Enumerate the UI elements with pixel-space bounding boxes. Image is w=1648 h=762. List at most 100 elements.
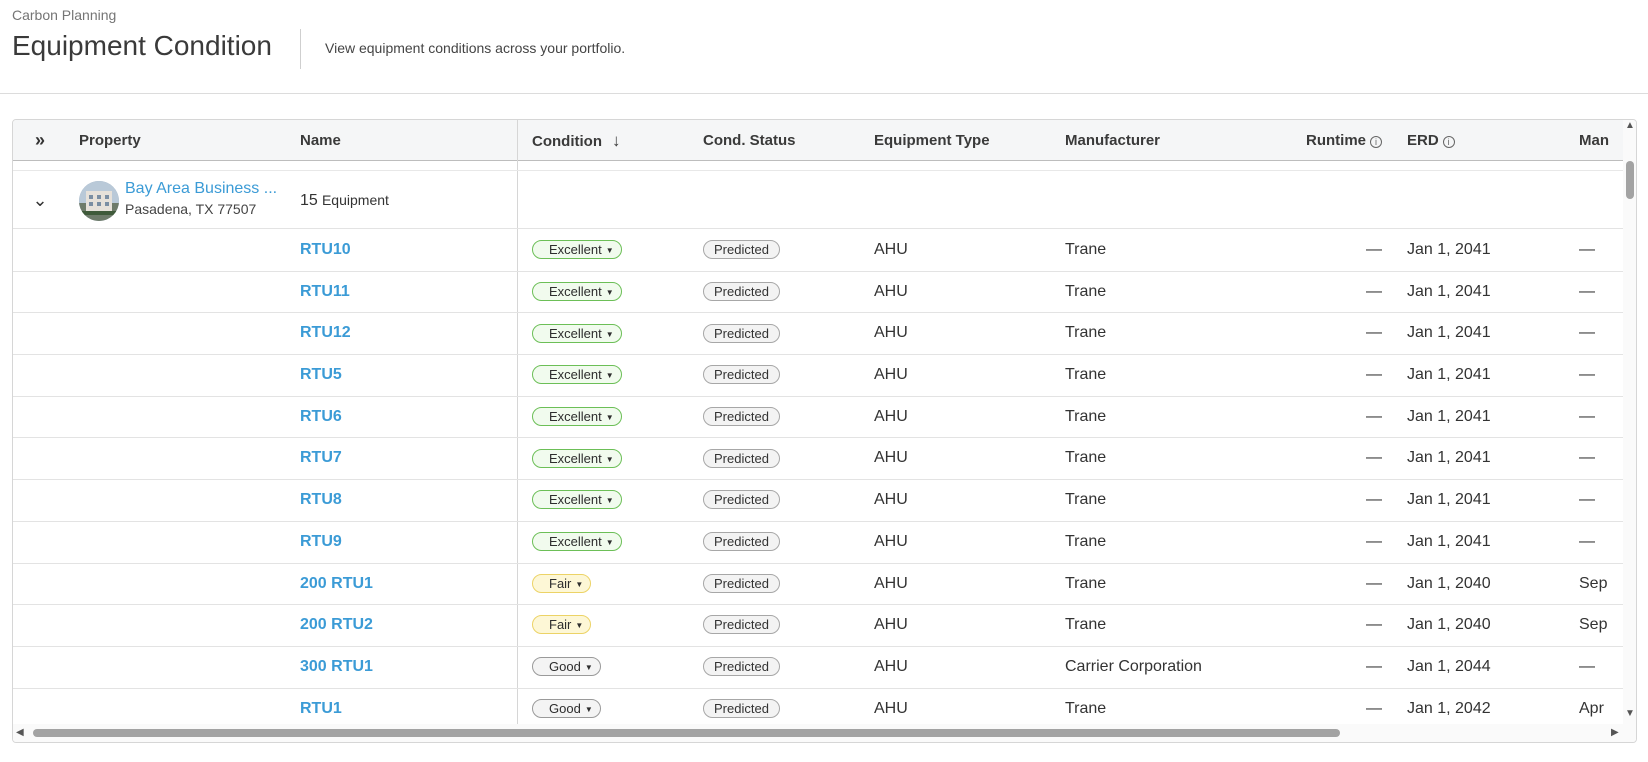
condition-dropdown[interactable]: Good ▼ <box>532 698 601 718</box>
sort-descending-icon[interactable]: ↓ <box>612 120 621 161</box>
condition-dropdown[interactable]: Excellent ▼ <box>532 407 622 427</box>
equipment-count-label: Equipment <box>321 192 389 208</box>
equipment-name-link[interactable]: RTU8 <box>286 480 517 520</box>
condition-dropdown[interactable]: Excellent ▼ <box>532 281 622 301</box>
equipment-type-cell: AHU <box>874 407 908 425</box>
property-cell <box>67 230 286 270</box>
erd-cell: Jan 1, 2041 <box>1407 449 1491 467</box>
equipment-name-link[interactable]: RTU9 <box>286 522 517 562</box>
status-cell: Predicted <box>688 230 859 270</box>
breadcrumb[interactable]: Carbon Planning <box>12 7 116 23</box>
scroll-down-icon[interactable]: ▼ <box>1625 708 1635 719</box>
table-row[interactable]: 200 RTU2 Fair ▼ Predicted AHU Trane — Jan 1, 20… <box>13 605 1623 647</box>
condition-value: Excellent <box>549 242 602 258</box>
column-header-name[interactable]: Name <box>286 120 517 161</box>
equipment-rows: RTU10 Excellent ▼ Predicted AHU Trane — Jan 1, … <box>13 230 1623 731</box>
column-header-runtime[interactable]: Runtime i <box>1280 120 1392 161</box>
equipment-name-link[interactable]: RTU7 <box>286 438 517 478</box>
status-badge: Predicted <box>703 657 780 677</box>
row-spacer <box>13 564 67 604</box>
caret-down-icon: ▼ <box>584 663 593 673</box>
table-row[interactable]: RTU8 Excellent ▼ Predicted AHU Trane — Jan 1, 2… <box>13 480 1623 522</box>
title-divider <box>300 29 301 69</box>
row-spacer <box>13 605 67 645</box>
collapse-group-button[interactable]: ⌄ <box>13 171 67 229</box>
runtime-cell: — <box>1366 657 1382 675</box>
expand-all-button[interactable]: » <box>13 120 67 161</box>
condition-value: Excellent <box>549 492 602 508</box>
equipment-name-link[interactable]: RTU6 <box>286 397 517 437</box>
runtime-cell: — <box>1366 532 1382 550</box>
table-row[interactable]: RTU7 Excellent ▼ Predicted AHU Trane — Jan 1, 2… <box>13 438 1623 481</box>
column-header-label: Property <box>79 132 141 149</box>
building-photo-icon <box>79 181 119 221</box>
equipment-name-link[interactable]: RTU5 <box>286 355 517 395</box>
condition-dropdown[interactable]: Excellent ▼ <box>532 490 622 510</box>
condition-dropdown[interactable]: Excellent ▼ <box>532 240 622 260</box>
grid-header-row: » Property Name Condition ↓ Cond. Status … <box>13 120 1623 161</box>
equipment-name-link[interactable]: 200 RTU1 <box>286 564 517 604</box>
property-cell: Bay Area Business ... Pasadena, TX 77507 <box>67 171 286 229</box>
property-cell <box>67 522 286 562</box>
condition-dropdown[interactable]: Good ▼ <box>532 657 601 677</box>
equipment-name-link[interactable]: RTU11 <box>286 272 517 312</box>
table-row[interactable]: RTU5 Excellent ▼ Predicted AHU Trane — Jan 1, 2… <box>13 355 1623 397</box>
manufacturer-cell: Trane <box>1065 407 1107 425</box>
status-cell: Predicted <box>688 355 859 395</box>
scroll-left-icon[interactable]: ◀ <box>16 727 24 738</box>
equipment-name-link[interactable]: 300 RTU1 <box>286 647 517 687</box>
horizontal-scroll-thumb[interactable] <box>33 729 1340 737</box>
table-row[interactable]: RTU12 Excellent ▼ Predicted AHU Trane — Jan 1, … <box>13 313 1623 356</box>
column-header-label: Name <box>300 132 341 149</box>
table-row[interactable]: 300 RTU1 Good ▼ Predicted AHU Carrier Corpora… <box>13 647 1623 689</box>
property-name-link[interactable]: Bay Area Business ... <box>125 180 285 198</box>
status-cell: Predicted <box>688 605 859 645</box>
status-badge: Predicted <box>703 448 780 468</box>
equipment-name-link[interactable]: RTU1 <box>286 689 517 729</box>
column-header-cond-status[interactable]: Cond. Status <box>688 120 859 161</box>
equipment-name-link[interactable]: RTU10 <box>286 230 517 270</box>
scroll-up-icon[interactable]: ▲ <box>1625 120 1635 131</box>
equipment-name-link[interactable]: 200 RTU2 <box>286 605 517 645</box>
condition-dropdown[interactable]: Excellent ▼ <box>532 323 622 343</box>
scroll-right-icon[interactable]: ▶ <box>1611 727 1619 738</box>
caret-down-icon: ▼ <box>605 287 614 297</box>
equipment-name-link[interactable]: RTU12 <box>286 313 517 353</box>
table-row[interactable]: RTU10 Excellent ▼ Predicted AHU Trane — Jan 1, … <box>13 230 1623 272</box>
erd-cell: Jan 1, 2041 <box>1407 241 1491 258</box>
erd-cell: Jan 1, 2041 <box>1407 366 1491 384</box>
caret-down-icon: ▼ <box>575 579 584 589</box>
manufacturer-cell: Trane <box>1065 616 1107 634</box>
column-header-equipment-type[interactable]: Equipment Type <box>859 120 1050 161</box>
manufacturer-cell: Trane <box>1065 324 1107 342</box>
column-header-erd[interactable]: ERD i <box>1392 120 1564 161</box>
info-icon[interactable]: i <box>1370 136 1382 148</box>
status-badge: Predicted <box>703 240 780 260</box>
info-icon[interactable]: i <box>1442 136 1455 148</box>
condition-dropdown[interactable]: Excellent ▼ <box>532 448 622 468</box>
property-group-row[interactable]: ⌄ Bay Area Business ... Pasadena, TX 775… <box>13 170 1623 229</box>
horizontal-scrollbar[interactable]: ◀ ▶ <box>13 724 1636 742</box>
condition-dropdown[interactable]: Fair ▼ <box>532 573 592 593</box>
property-cell <box>67 355 286 395</box>
table-row[interactable]: RTU11 Excellent ▼ Predicted AHU Trane — Jan 1, … <box>13 272 1623 314</box>
column-header-manufacturer[interactable]: Manufacturer <box>1050 120 1280 161</box>
condition-dropdown[interactable]: Excellent ▼ <box>532 365 622 385</box>
vertical-scrollbar[interactable]: ▲ ▼ <box>1623 120 1636 724</box>
status-badge: Predicted <box>703 365 780 385</box>
condition-dropdown[interactable]: Fair ▼ <box>532 615 592 635</box>
condition-cell: Excellent ▼ <box>517 480 688 520</box>
status-cell: Predicted <box>688 272 859 312</box>
column-header-property[interactable]: Property <box>67 120 286 161</box>
vertical-scroll-thumb[interactable] <box>1626 161 1634 199</box>
table-row[interactable]: RTU9 Excellent ▼ Predicted AHU Trane — Jan 1, 2… <box>13 522 1623 564</box>
status-cell: Predicted <box>688 647 859 687</box>
column-header-condition[interactable]: Condition ↓ <box>517 120 688 161</box>
table-row[interactable]: RTU6 Excellent ▼ Predicted AHU Trane — Jan 1, 2… <box>13 397 1623 439</box>
condition-dropdown[interactable]: Excellent ▼ <box>532 532 622 552</box>
row-spacer <box>13 438 67 478</box>
double-chevron-right-icon: » <box>34 130 45 150</box>
manufacturer-cell: Trane <box>1065 699 1107 717</box>
caret-down-icon: ▼ <box>605 496 614 506</box>
table-row[interactable]: 200 RTU1 Fair ▼ Predicted AHU Trane — Jan 1, 20… <box>13 564 1623 606</box>
